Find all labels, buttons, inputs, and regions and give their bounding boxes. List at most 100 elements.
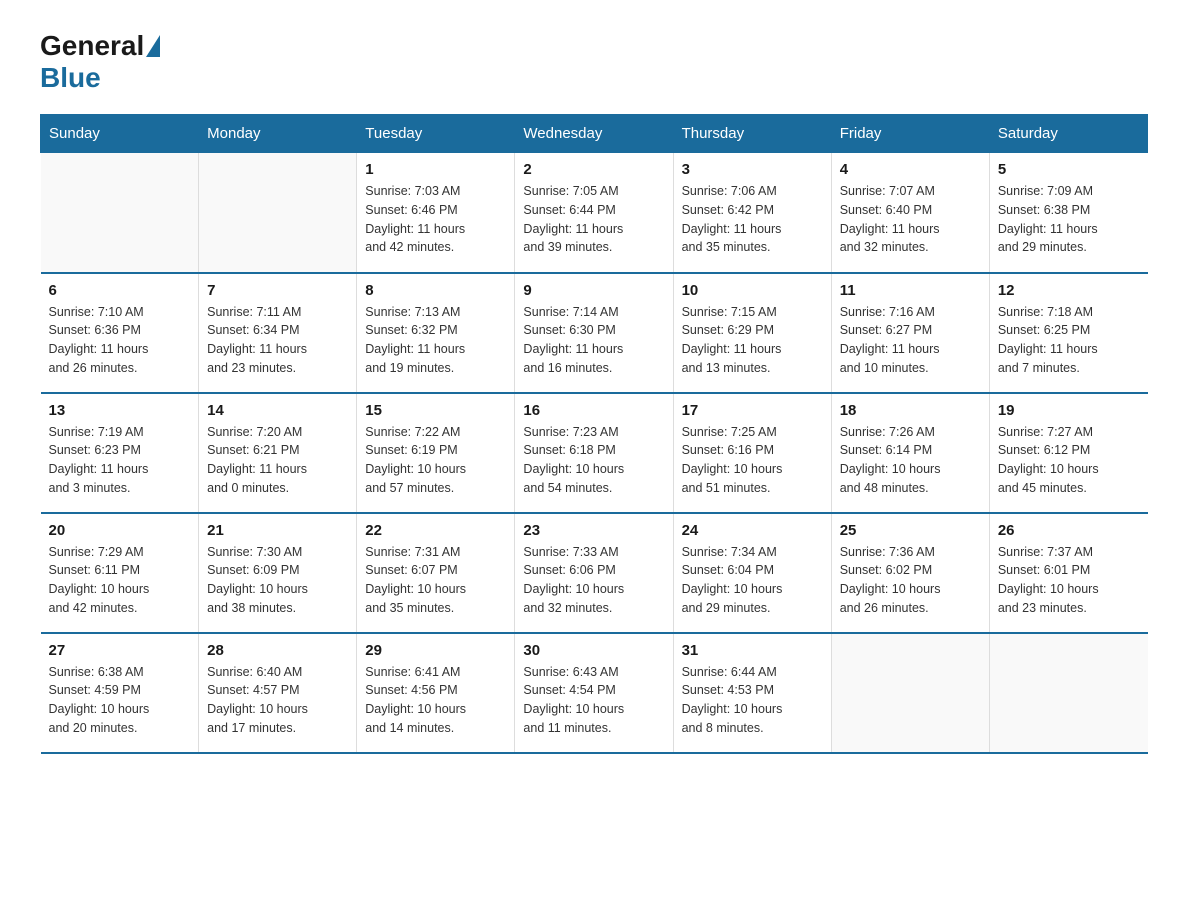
calendar-cell bbox=[41, 153, 199, 273]
calendar-week-row: 6Sunrise: 7:10 AMSunset: 6:36 PMDaylight… bbox=[41, 273, 1148, 393]
day-number: 21 bbox=[207, 522, 348, 539]
day-info: Sunrise: 7:13 AMSunset: 6:32 PMDaylight:… bbox=[365, 303, 506, 378]
calendar-cell: 15 Sunrise: 7:22 AMSunset: 6:19 PMDayligh… bbox=[357, 393, 515, 513]
day-info: Sunrise: 6:41 AMSunset: 4:56 PMDaylight:… bbox=[365, 663, 506, 738]
calendar-cell: 11 Sunrise: 7:16 AMSunset: 6:27 PMDayligh… bbox=[831, 273, 989, 393]
day-number: 8 bbox=[365, 282, 506, 299]
day-info: Sunrise: 7:15 AMSunset: 6:29 PMDaylight:… bbox=[682, 303, 823, 378]
day-number: 11 bbox=[840, 282, 981, 299]
calendar-header-friday: Friday bbox=[831, 115, 989, 153]
day-number: 7 bbox=[207, 282, 348, 299]
calendar-cell: 26Sunrise: 7:37 AMSunset: 6:01 PMDayligh… bbox=[989, 513, 1147, 633]
calendar-cell: 23Sunrise: 7:33 AMSunset: 6:06 PMDayligh… bbox=[515, 513, 673, 633]
calendar-week-row: 13 Sunrise: 7:19 AMSunset: 6:23 PMDayligh… bbox=[41, 393, 1148, 513]
day-number: 17 bbox=[682, 402, 823, 419]
day-info: Sunrise: 7:26 AMSunset: 6:14 PMDaylight:… bbox=[840, 423, 981, 498]
day-number: 31 bbox=[682, 642, 823, 659]
calendar-cell: 3 Sunrise: 7:06 AMSunset: 6:42 PMDaylight… bbox=[673, 153, 831, 273]
day-number: 15 bbox=[365, 402, 506, 419]
day-info: Sunrise: 7:25 AMSunset: 6:16 PMDaylight:… bbox=[682, 423, 823, 498]
calendar-header-tuesday: Tuesday bbox=[357, 115, 515, 153]
day-number: 23 bbox=[523, 522, 664, 539]
day-info: Sunrise: 7:18 AMSunset: 6:25 PMDaylight:… bbox=[998, 303, 1140, 378]
day-info: Sunrise: 7:23 AMSunset: 6:18 PMDaylight:… bbox=[523, 423, 664, 498]
calendar-cell: 8 Sunrise: 7:13 AMSunset: 6:32 PMDaylight… bbox=[357, 273, 515, 393]
logo-general-text: General bbox=[40, 30, 144, 62]
calendar-table: SundayMondayTuesdayWednesdayThursdayFrid… bbox=[40, 114, 1148, 754]
day-info: Sunrise: 7:27 AMSunset: 6:12 PMDaylight:… bbox=[998, 423, 1140, 498]
calendar-cell: 22Sunrise: 7:31 AMSunset: 6:07 PMDayligh… bbox=[357, 513, 515, 633]
day-number: 1 bbox=[365, 161, 506, 178]
logo-triangle-icon bbox=[146, 35, 160, 57]
day-info: Sunrise: 7:31 AMSunset: 6:07 PMDaylight:… bbox=[365, 543, 506, 618]
day-info: Sunrise: 7:06 AMSunset: 6:42 PMDaylight:… bbox=[682, 182, 823, 257]
day-number: 29 bbox=[365, 642, 506, 659]
calendar-cell: 28 Sunrise: 6:40 AMSunset: 4:57 PMDayligh… bbox=[199, 633, 357, 753]
calendar-week-row: 20 Sunrise: 7:29 AMSunset: 6:11 PMDayligh… bbox=[41, 513, 1148, 633]
calendar-header-monday: Monday bbox=[199, 115, 357, 153]
calendar-cell: 12 Sunrise: 7:18 AMSunset: 6:25 PMDayligh… bbox=[989, 273, 1147, 393]
day-info: Sunrise: 7:05 AMSunset: 6:44 PMDaylight:… bbox=[523, 182, 664, 257]
calendar-cell: 5 Sunrise: 7:09 AMSunset: 6:38 PMDaylight… bbox=[989, 153, 1147, 273]
day-info: Sunrise: 7:34 AMSunset: 6:04 PMDaylight:… bbox=[682, 543, 823, 618]
calendar-cell bbox=[831, 633, 989, 753]
day-number: 9 bbox=[523, 282, 664, 299]
calendar-cell: 9 Sunrise: 7:14 AMSunset: 6:30 PMDaylight… bbox=[515, 273, 673, 393]
day-number: 5 bbox=[998, 161, 1140, 178]
calendar-cell: 10 Sunrise: 7:15 AMSunset: 6:29 PMDayligh… bbox=[673, 273, 831, 393]
day-info: Sunrise: 7:10 AMSunset: 6:36 PMDaylight:… bbox=[49, 303, 191, 378]
day-number: 24 bbox=[682, 522, 823, 539]
calendar-cell: 27 Sunrise: 6:38 AMSunset: 4:59 PMDayligh… bbox=[41, 633, 199, 753]
day-info: Sunrise: 7:29 AMSunset: 6:11 PMDaylight:… bbox=[49, 543, 191, 618]
calendar-cell: 6Sunrise: 7:10 AMSunset: 6:36 PMDaylight… bbox=[41, 273, 199, 393]
calendar-cell: 4 Sunrise: 7:07 AMSunset: 6:40 PMDaylight… bbox=[831, 153, 989, 273]
calendar-cell: 18Sunrise: 7:26 AMSunset: 6:14 PMDayligh… bbox=[831, 393, 989, 513]
day-info: Sunrise: 7:14 AMSunset: 6:30 PMDaylight:… bbox=[523, 303, 664, 378]
day-info: Sunrise: 7:03 AMSunset: 6:46 PMDaylight:… bbox=[365, 182, 506, 257]
calendar-cell: 30Sunrise: 6:43 AMSunset: 4:54 PMDayligh… bbox=[515, 633, 673, 753]
calendar-cell: 13 Sunrise: 7:19 AMSunset: 6:23 PMDayligh… bbox=[41, 393, 199, 513]
day-number: 4 bbox=[840, 161, 981, 178]
day-number: 2 bbox=[523, 161, 664, 178]
day-number: 28 bbox=[207, 642, 348, 659]
calendar-cell: 29 Sunrise: 6:41 AMSunset: 4:56 PMDayligh… bbox=[357, 633, 515, 753]
calendar-cell: 20 Sunrise: 7:29 AMSunset: 6:11 PMDayligh… bbox=[41, 513, 199, 633]
calendar-week-row: 27 Sunrise: 6:38 AMSunset: 4:59 PMDayligh… bbox=[41, 633, 1148, 753]
day-info: Sunrise: 6:40 AMSunset: 4:57 PMDaylight:… bbox=[207, 663, 348, 738]
day-number: 16 bbox=[523, 402, 664, 419]
calendar-cell: 14Sunrise: 7:20 AMSunset: 6:21 PMDayligh… bbox=[199, 393, 357, 513]
calendar-cell: 31 Sunrise: 6:44 AMSunset: 4:53 PMDayligh… bbox=[673, 633, 831, 753]
day-info: Sunrise: 7:07 AMSunset: 6:40 PMDaylight:… bbox=[840, 182, 981, 257]
day-info: Sunrise: 7:19 AMSunset: 6:23 PMDaylight:… bbox=[49, 423, 191, 498]
calendar-header-row: SundayMondayTuesdayWednesdayThursdayFrid… bbox=[41, 115, 1148, 153]
calendar-header-wednesday: Wednesday bbox=[515, 115, 673, 153]
calendar-cell bbox=[199, 153, 357, 273]
day-number: 13 bbox=[49, 402, 191, 419]
calendar-cell: 1 Sunrise: 7:03 AMSunset: 6:46 PMDaylight… bbox=[357, 153, 515, 273]
calendar-cell: 25 Sunrise: 7:36 AMSunset: 6:02 PMDayligh… bbox=[831, 513, 989, 633]
day-number: 3 bbox=[682, 161, 823, 178]
day-number: 26 bbox=[998, 522, 1140, 539]
calendar-cell: 16 Sunrise: 7:23 AMSunset: 6:18 PMDayligh… bbox=[515, 393, 673, 513]
day-number: 20 bbox=[49, 522, 191, 539]
day-info: Sunrise: 7:36 AMSunset: 6:02 PMDaylight:… bbox=[840, 543, 981, 618]
day-number: 14 bbox=[207, 402, 348, 419]
day-info: Sunrise: 7:09 AMSunset: 6:38 PMDaylight:… bbox=[998, 182, 1140, 257]
day-info: Sunrise: 7:11 AMSunset: 6:34 PMDaylight:… bbox=[207, 303, 348, 378]
day-number: 25 bbox=[840, 522, 981, 539]
calendar-cell bbox=[989, 633, 1147, 753]
logo-blue-text: Blue bbox=[40, 62, 101, 93]
day-info: Sunrise: 7:16 AMSunset: 6:27 PMDaylight:… bbox=[840, 303, 981, 378]
calendar-week-row: 1 Sunrise: 7:03 AMSunset: 6:46 PMDaylight… bbox=[41, 153, 1148, 273]
page-header: General Blue bbox=[40, 30, 1148, 94]
day-info: Sunrise: 7:22 AMSunset: 6:19 PMDaylight:… bbox=[365, 423, 506, 498]
day-info: Sunrise: 6:43 AMSunset: 4:54 PMDaylight:… bbox=[523, 663, 664, 738]
day-info: Sunrise: 6:38 AMSunset: 4:59 PMDaylight:… bbox=[49, 663, 191, 738]
calendar-cell: 19Sunrise: 7:27 AMSunset: 6:12 PMDayligh… bbox=[989, 393, 1147, 513]
day-number: 27 bbox=[49, 642, 191, 659]
day-number: 12 bbox=[998, 282, 1140, 299]
day-info: Sunrise: 7:30 AMSunset: 6:09 PMDaylight:… bbox=[207, 543, 348, 618]
calendar-cell: 17 Sunrise: 7:25 AMSunset: 6:16 PMDayligh… bbox=[673, 393, 831, 513]
day-number: 10 bbox=[682, 282, 823, 299]
day-info: Sunrise: 6:44 AMSunset: 4:53 PMDaylight:… bbox=[682, 663, 823, 738]
